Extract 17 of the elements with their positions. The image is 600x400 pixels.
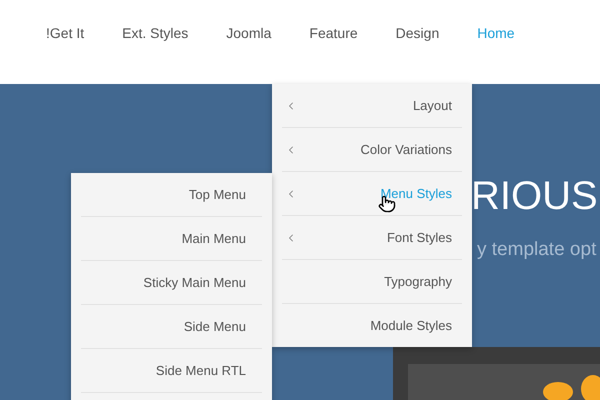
hero-subtitle: y template opt xyxy=(477,238,598,262)
submenu-item[interactable]: Main Menu xyxy=(71,217,272,260)
nav-link[interactable]: Joomla xyxy=(226,24,272,42)
menu-item[interactable]: Font Styles xyxy=(272,216,472,259)
menu-item[interactable]: Typography xyxy=(272,260,472,303)
menu-item[interactable]: Color Variations xyxy=(272,128,472,171)
menu-item[interactable]: Module Styles xyxy=(272,304,472,347)
nav-link[interactable]: Design xyxy=(396,24,440,42)
hero-heading: RIOUS xyxy=(471,173,599,220)
submenu-item[interactable]: Top Menu xyxy=(71,173,272,216)
submenu-item[interactable]: Sticky Main Menu xyxy=(71,261,272,304)
nav-link[interactable]: !Get It xyxy=(46,24,84,42)
nav-link[interactable]: Ext. Styles xyxy=(122,24,188,42)
nav-link[interactable]: Feature xyxy=(309,24,358,42)
submenu-item[interactable]: Side Menu RTL xyxy=(71,349,272,392)
menu-item[interactable]: Layout xyxy=(272,84,472,127)
submenu-item[interactable]: Side Menu xyxy=(71,305,272,348)
